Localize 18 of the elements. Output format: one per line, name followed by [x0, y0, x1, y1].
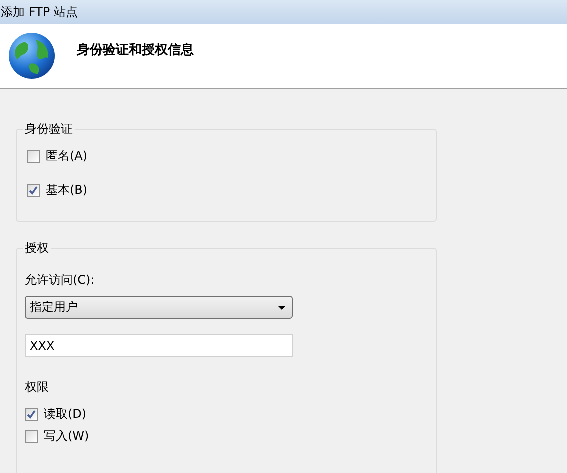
users-field[interactable]: XXX: [25, 334, 293, 357]
checkbox[interactable]: [27, 150, 40, 162]
checkbox[interactable]: [25, 408, 38, 420]
checkbox-label[interactable]: 基本(B): [46, 182, 88, 198]
checkbox-label[interactable]: 读取(D): [44, 406, 87, 422]
permissions-label: 权限: [25, 379, 50, 395]
access-label: 允许访问(C):: [25, 272, 96, 288]
checkbox-label[interactable]: 写入(W): [44, 428, 90, 444]
group-legend: 授权: [23, 240, 51, 257]
caret-icon: [278, 306, 286, 310]
globe-icon: [8, 32, 56, 80]
page-title: 身份验证和授权信息: [77, 42, 194, 59]
checkbox[interactable]: [25, 430, 38, 442]
checkbox[interactable]: [27, 184, 40, 196]
group-legend: 身份验证: [23, 121, 75, 138]
window-title: 添加 FTP 站点: [0, 4, 78, 20]
access-dropdown[interactable]: 指定用户: [25, 296, 293, 319]
checkbox-label[interactable]: 匿名(A): [46, 148, 88, 164]
